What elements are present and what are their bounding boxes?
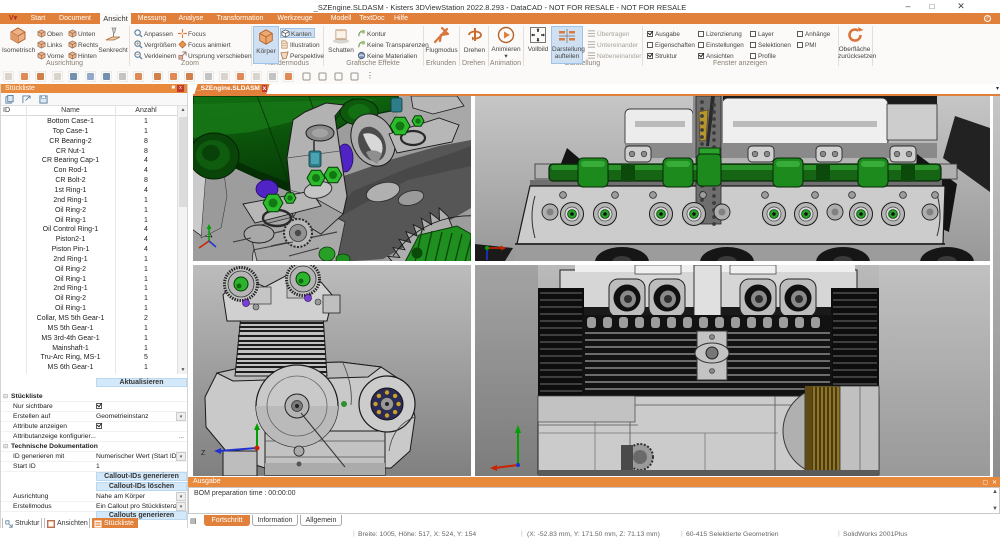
svg-text:Z: Z <box>201 450 206 457</box>
